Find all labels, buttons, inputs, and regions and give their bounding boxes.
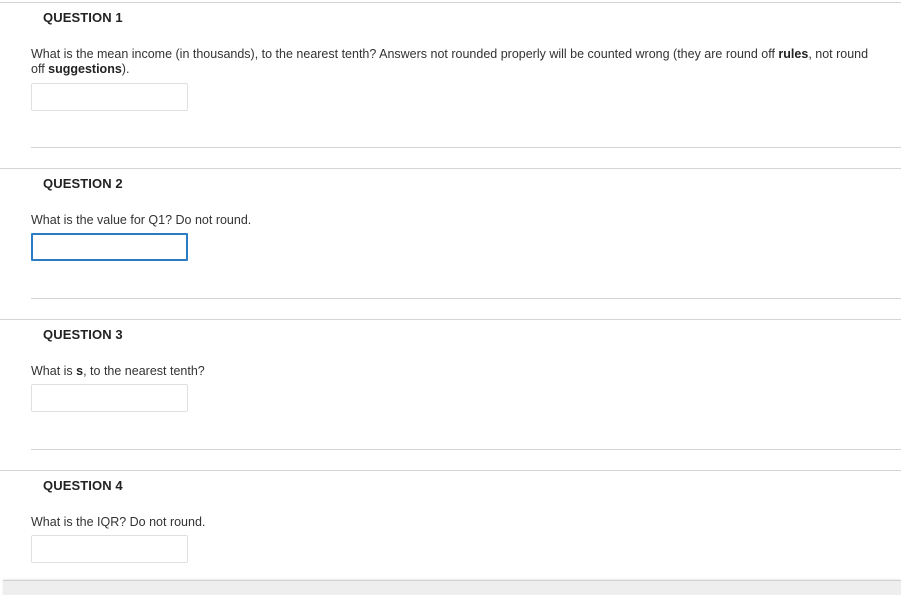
question-3-text-part: , to the nearest tenth?: [83, 364, 205, 378]
question-2-bottom-divider: [31, 298, 901, 299]
question-3-title: QUESTION 3: [43, 327, 123, 342]
bottom-action-bar: [3, 580, 901, 595]
question-1-answer-input[interactable]: [31, 83, 188, 111]
question-1-title: QUESTION 1: [43, 10, 123, 25]
question-1-text: What is the mean income (in thousands), …: [31, 47, 871, 77]
question-2-text: What is the value for Q1? Do not round.: [31, 213, 252, 227]
question-3-top-divider: [0, 319, 901, 320]
question-4-title: QUESTION 4: [43, 478, 123, 493]
question-1-text-part: ).: [121, 62, 130, 76]
question-1-text-emphasis-suggestions: suggestions: [48, 62, 122, 76]
quiz-page: QUESTION 1 What is the mean income (in t…: [0, 0, 901, 595]
question-2-answer-input[interactable]: [31, 233, 188, 261]
question-1-text-emphasis-rules: rules: [778, 47, 809, 61]
question-3-text-part: What is: [31, 364, 77, 378]
question-1-bottom-divider: [31, 147, 901, 148]
question-3-bottom-divider: [31, 449, 901, 450]
question-4-text: What is the IQR? Do not round.: [31, 515, 206, 529]
question-2-title: QUESTION 2: [43, 176, 123, 191]
question-3-answer-input[interactable]: [31, 384, 188, 412]
question-2-top-divider: [0, 168, 901, 169]
question-1-top-divider: [0, 2, 901, 3]
question-1-text-part: What is the mean income (in thousands), …: [31, 47, 779, 61]
question-3-text: What is s, to the nearest tenth?: [31, 364, 871, 379]
question-4-top-divider: [0, 470, 901, 471]
question-4-answer-input[interactable]: [31, 535, 188, 563]
